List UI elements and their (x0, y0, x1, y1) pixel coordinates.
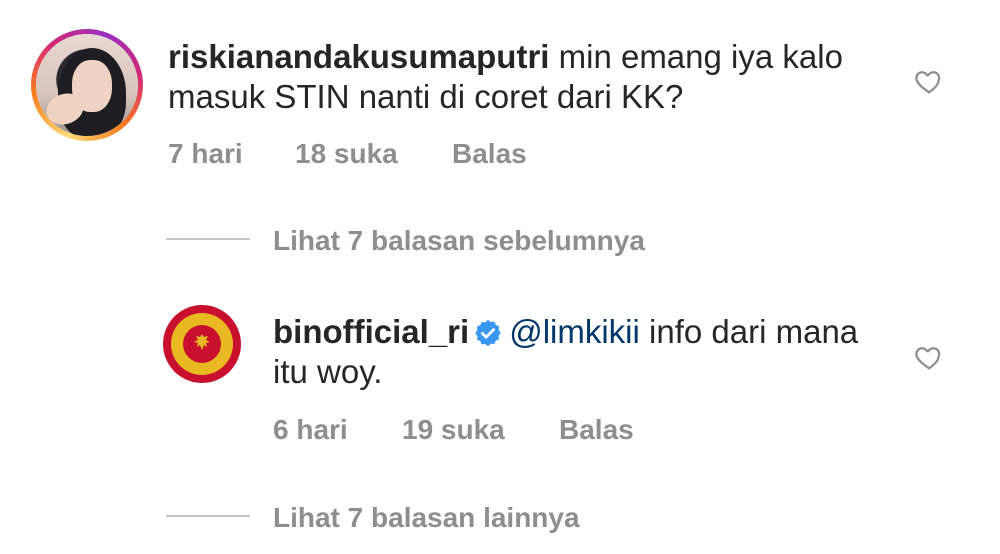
mention-link[interactable]: @limkikii (509, 313, 640, 350)
reply-body: binofficial_ri @limkikii info dari mana … (273, 312, 893, 392)
verified-badge-icon (475, 319, 501, 347)
official-avatar[interactable] (163, 305, 241, 383)
reply-username[interactable]: binofficial_ri (273, 313, 469, 350)
comment-username[interactable]: riskianandakusumaputri (168, 38, 549, 75)
heart-outline-icon[interactable] (914, 66, 944, 96)
view-replies-link[interactable]: Lihat 7 balasan sebelumnya (273, 225, 645, 257)
comment-time: 7 hari (168, 138, 243, 169)
view-more-replies-link[interactable]: Lihat 7 balasan lainnya (273, 502, 580, 534)
heart-outline-icon[interactable] (914, 342, 944, 372)
reply-time: 6 hari (273, 414, 348, 445)
garuda-emblem-icon (194, 334, 210, 350)
reply-reply-button[interactable]: Balas (559, 414, 634, 446)
divider-line (166, 515, 250, 517)
comment-likes[interactable]: 18 suka (295, 138, 398, 170)
reply-button[interactable]: Balas (452, 138, 527, 170)
divider-line (166, 238, 250, 240)
commenter-avatar[interactable] (31, 29, 143, 141)
comment-body: riskianandakusumaputri min emang iya kal… (168, 37, 888, 117)
reply-likes[interactable]: 19 suka (402, 414, 505, 446)
